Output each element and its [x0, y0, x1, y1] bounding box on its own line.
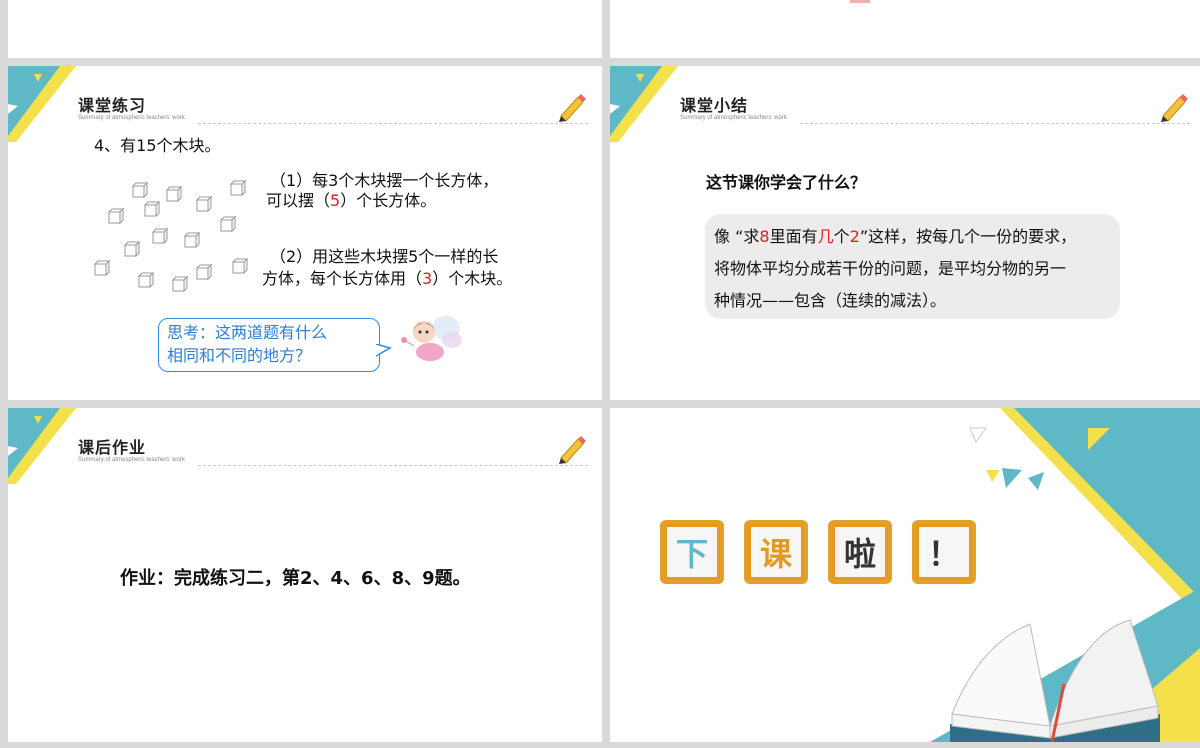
text-fragment: 个 [833, 227, 850, 246]
slide-top-left-partial[interactable] [8, 0, 602, 58]
question-part-2: （2）用这些木块摆5个一样的长 [270, 247, 499, 266]
question-part-1: （1）每3个木块摆一个长方体， [270, 171, 499, 190]
page-subtitle: Summary of atmospheric teachers' work [78, 457, 185, 463]
key-char-la: 啦 [832, 524, 888, 580]
slide-practice[interactable]: 课堂练习 Summary of atmospheric teachers' wo… [8, 66, 602, 400]
answer-value: 3 [422, 269, 433, 288]
corner-decoration [610, 66, 678, 142]
question-part-1-answer-line: 可以摆（5）个长方体。 [266, 190, 436, 212]
text-fragment: ）个长方体。 [340, 191, 437, 210]
block-icon [184, 232, 200, 248]
highlight-word: 几 [817, 227, 834, 246]
block-icon [108, 208, 124, 224]
summary-line-2: 将物体平均分成若干份的问题，是平均分物的另一 [714, 259, 1067, 278]
block-icon [166, 186, 182, 202]
highlight-number: 2 [849, 227, 860, 246]
key-tile: ！ [912, 520, 976, 584]
summary-line-3: 种情况——包含（连续的减法）。 [714, 291, 947, 310]
key-tile: 啦 [828, 520, 892, 584]
slide-decoration [850, 0, 870, 3]
slide-top-right-partial[interactable] [610, 0, 1200, 58]
block-icon [232, 258, 248, 274]
block-icon [94, 260, 110, 276]
page-subtitle: Summary of atmospheric teachers' work [78, 115, 185, 121]
question-part-2-answer-line: 方体，每个长方体用（3）个木块。 [262, 268, 512, 290]
pencil-icon [1161, 94, 1188, 122]
slide-homework[interactable]: 课后作业 Summary of atmospheric teachers' wo… [8, 408, 602, 742]
page-title: 课后作业 [78, 438, 147, 457]
page-title: 课堂小结 [680, 96, 749, 115]
key-char-ke: 课 [748, 524, 804, 580]
pencil-icon [559, 436, 586, 464]
summary-line-1: 像 “求8里面有几个2”这样，按每几个一份的要求， [714, 226, 1076, 248]
divider [198, 123, 588, 124]
question-4: 4、有15个木块。 [94, 136, 221, 155]
open-book-icon [950, 619, 1160, 742]
block-icon [196, 264, 212, 280]
slide-end[interactable]: 下 课 啦 ！ [610, 408, 1200, 742]
page-title: 课堂练习 [78, 96, 147, 115]
block-icon [230, 180, 246, 196]
corner-decoration [8, 408, 76, 484]
think-bubble-box: 思考：这两道题有什么 相同和不同的地方？ [158, 318, 380, 372]
text-fragment: 可以摆（ [266, 191, 331, 210]
text-fragment: ”这样，按每几个一份的要求， [859, 227, 1077, 246]
text-fragment: 方体，每个长方体用（ [262, 269, 423, 288]
summary-question: 这节课你学会了什么？ [706, 173, 867, 192]
think-text-line: 相同和不同的地方？ [167, 346, 312, 365]
key-char-xia: 下 [664, 524, 720, 580]
block-icon [138, 272, 154, 288]
block-icon [124, 241, 140, 257]
homework-text: 作业：完成练习二，第2、4、6、8、9题。 [120, 568, 471, 589]
think-text-line: 思考：这两道题有什么 [167, 323, 328, 342]
block-icon [196, 196, 212, 212]
text-fragment: ）个木块。 [432, 269, 513, 288]
divider [800, 123, 1190, 124]
key-char-exclaim: ！ [916, 524, 972, 580]
page-subtitle: Summary of atmospheric teachers' work [680, 115, 787, 121]
block-icon [132, 182, 148, 198]
bubble-tail-icon [376, 344, 392, 357]
block-icon [172, 276, 188, 292]
answer-value: 5 [330, 191, 341, 210]
text-fragment: 里面有 [769, 227, 818, 246]
slide-summary[interactable]: 课堂小结 Summary of atmospheric teachers' wo… [610, 66, 1200, 400]
block-icon [144, 201, 160, 217]
fairy-icon [401, 316, 462, 361]
block-icon [152, 228, 168, 244]
divider [198, 465, 588, 466]
block-icon [220, 216, 236, 232]
key-tile: 课 [744, 520, 808, 584]
key-tile: 下 [660, 520, 724, 584]
corner-decoration [8, 66, 76, 142]
highlight-number: 8 [759, 227, 770, 246]
text-fragment: 像 “求 [714, 227, 760, 246]
pencil-icon [559, 94, 586, 122]
